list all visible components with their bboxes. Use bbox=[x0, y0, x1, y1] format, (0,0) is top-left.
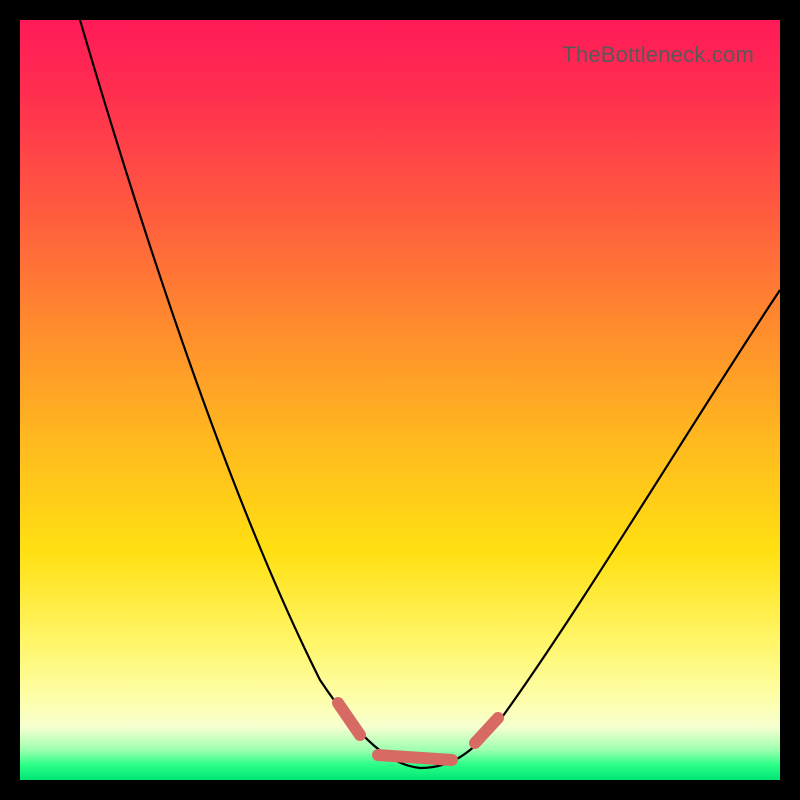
chart-frame: TheBottleneck.com bbox=[0, 0, 800, 800]
bottom-markers bbox=[338, 703, 498, 760]
bottleneck-curve bbox=[20, 20, 780, 780]
marker-segment bbox=[378, 755, 452, 760]
plot-area: TheBottleneck.com bbox=[20, 20, 780, 780]
curve-path bbox=[80, 20, 780, 768]
marker-segment bbox=[475, 718, 498, 743]
marker-segment bbox=[338, 703, 360, 735]
